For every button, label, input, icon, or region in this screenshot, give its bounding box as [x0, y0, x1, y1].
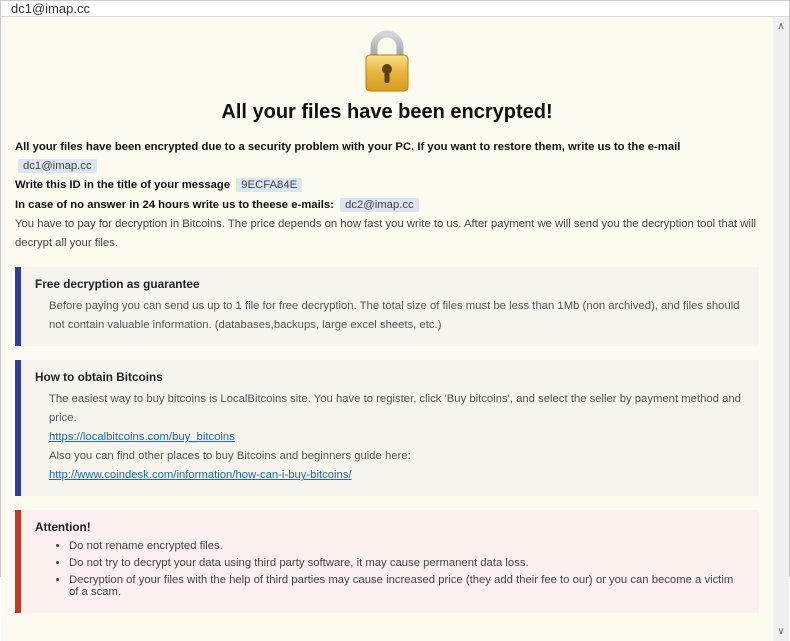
obtain-title: How to obtain Bitcoins [35, 370, 745, 384]
scroll-down-arrow-icon[interactable]: ∨ [777, 626, 784, 637]
attention-item: Decryption of your files with the help o… [69, 574, 745, 598]
guarantee-title: Free decryption as guarantee [35, 277, 745, 291]
primary-email: dc1@imap.cc [18, 159, 97, 173]
obtain-line-2: Also you can find other places to buy Bi… [49, 447, 745, 466]
window: dc1@imap.cc [0, 0, 790, 577]
vertical-scrollbar[interactable]: ∧ ∨ [773, 17, 789, 641]
obtain-box: How to obtain Bitcoins The easiest way t… [15, 360, 759, 496]
attention-title: Attention! [35, 520, 745, 534]
window-title: dc1@imap.cc [11, 1, 90, 16]
viewport: All your files have been encrypted! All … [1, 17, 789, 641]
victim-id: 9ECFA84E [236, 178, 302, 192]
intro-block: All your files have been encrypted due t… [15, 138, 759, 253]
attention-list: Do not rename encrypted files. Do not tr… [35, 540, 745, 598]
guarantee-box: Free decryption as guarantee Before payi… [15, 267, 759, 345]
lock-icon [360, 29, 414, 93]
payment-info: You have to pay for decryption in Bitcoi… [15, 215, 759, 253]
intro-line-3-text: In case of no answer in 24 hours write u… [15, 199, 334, 211]
attention-item: Do not rename encrypted files. [69, 540, 745, 552]
content: All your files have been encrypted! All … [1, 17, 773, 641]
coindesk-link[interactable]: http://www.coindesk.com/information/how-… [49, 469, 352, 481]
attention-item: Do not try to decrypt your data using th… [69, 557, 745, 569]
scroll-up-arrow-icon[interactable]: ∧ [777, 21, 784, 32]
obtain-line-1: The easiest way to buy bitcoins is Local… [49, 390, 745, 428]
secondary-email: dc2@imap.cc [340, 198, 419, 212]
titlebar: dc1@imap.cc [1, 1, 789, 17]
main-heading: All your files have been encrypted! [15, 101, 759, 124]
localbitcoins-link[interactable]: https://localbitcoins.com/buy_bitcoins [49, 431, 235, 443]
intro-line-2: Write this ID in the title of your messa… [15, 176, 759, 195]
intro-line-3: In case of no answer in 24 hours write u… [15, 196, 759, 215]
obtain-body: The easiest way to buy bitcoins is Local… [35, 390, 745, 486]
guarantee-body: Before paying you can send us up to 1 fi… [35, 297, 745, 335]
intro-line-1: All your files have been encrypted due t… [15, 138, 759, 176]
intro-line-2-text: Write this ID in the title of your messa… [15, 179, 230, 191]
intro-line-1-text: All your files have been encrypted due t… [15, 141, 680, 153]
attention-box: Attention! Do not rename encrypted files… [15, 510, 759, 613]
